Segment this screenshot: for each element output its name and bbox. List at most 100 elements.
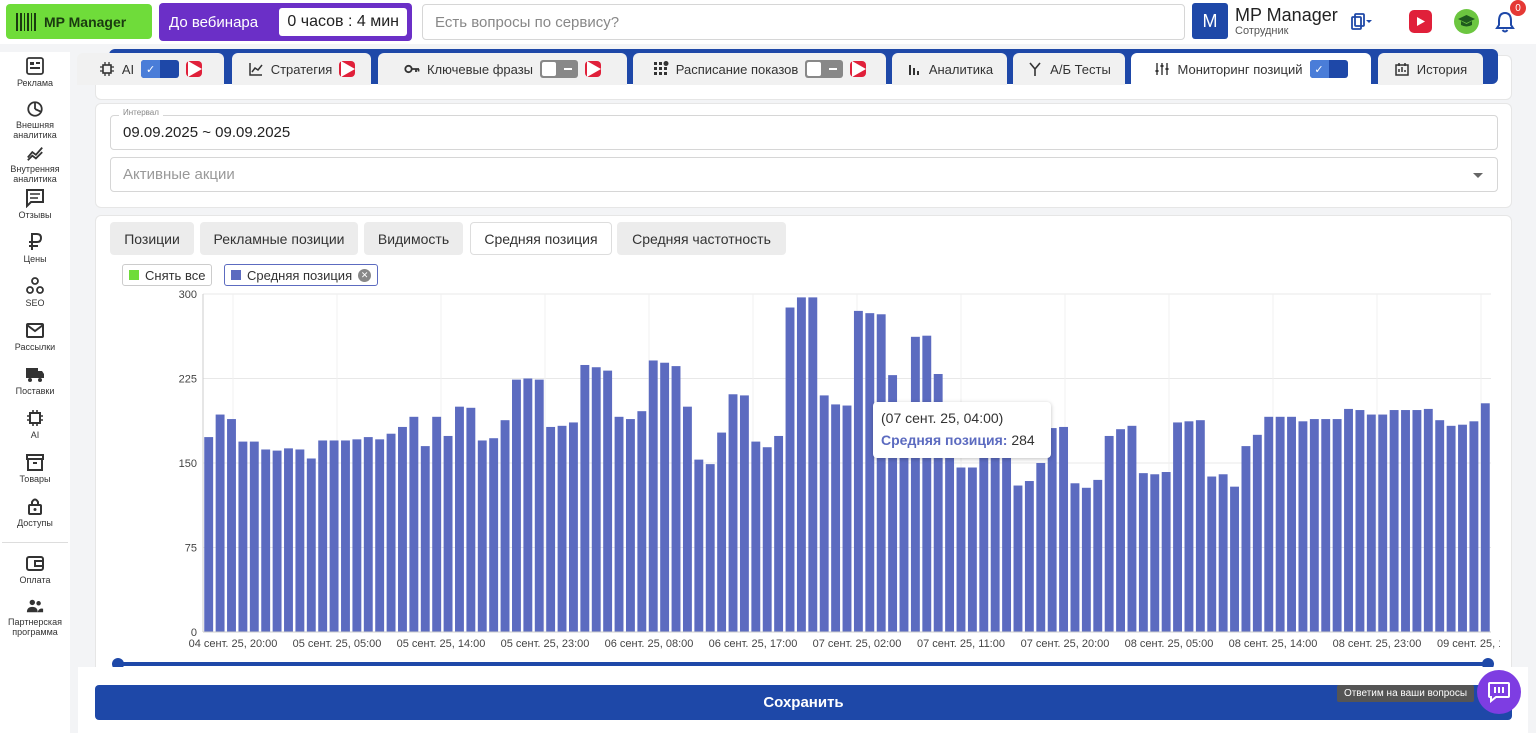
chart-bar[interactable] xyxy=(1207,476,1217,632)
chart-bar[interactable] xyxy=(318,440,328,632)
chart-bar[interactable] xyxy=(796,297,806,632)
tab-ab-tests[interactable]: А/Б Тесты xyxy=(1013,53,1125,85)
video-icon[interactable] xyxy=(339,61,356,77)
chart-bar[interactable] xyxy=(512,379,521,632)
chart-bar[interactable] xyxy=(1287,416,1296,632)
chart-bar[interactable] xyxy=(523,378,533,633)
chart-bar[interactable] xyxy=(1332,419,1342,632)
chart-bar[interactable] xyxy=(204,437,214,632)
chart-bar[interactable] xyxy=(762,447,772,632)
monitoring-toggle[interactable]: ✓ xyxy=(1309,60,1348,78)
chart-bar[interactable] xyxy=(238,441,248,632)
sidebar-item-payment[interactable]: Оплата xyxy=(0,549,70,593)
chart-bar[interactable] xyxy=(1446,425,1456,632)
chart-bar[interactable] xyxy=(774,435,784,632)
avg-position-chart[interactable]: 07515022530004 сент. 25, 20:00 05 сент. 2… xyxy=(150,288,1500,658)
chart-bar[interactable] xyxy=(227,419,236,632)
tab-analytics[interactable]: Аналитика xyxy=(892,53,1007,85)
chart-bar[interactable] xyxy=(967,467,977,632)
chart-bar[interactable] xyxy=(329,440,339,632)
sidebar-item-products[interactable]: Товары xyxy=(0,448,70,492)
chart-bar[interactable] xyxy=(261,449,271,632)
video-icon[interactable] xyxy=(186,61,203,77)
chart-bar[interactable] xyxy=(785,307,795,632)
chart-bar[interactable] xyxy=(1412,410,1422,632)
chart-tab-visibility[interactable]: Видимость xyxy=(364,222,463,255)
chart-bar[interactable] xyxy=(910,336,920,632)
video-icon[interactable] xyxy=(1409,10,1432,33)
tab-history[interactable]: История xyxy=(1378,53,1483,85)
chart-bar[interactable] xyxy=(751,441,761,632)
chart-bar[interactable] xyxy=(580,364,590,632)
chart-bar[interactable] xyxy=(865,313,875,632)
sidebar-item-supplies[interactable]: Поставки xyxy=(0,360,70,404)
chart-bar[interactable] xyxy=(500,420,510,632)
video-icon[interactable] xyxy=(585,61,602,77)
chart-bar[interactable] xyxy=(557,425,567,632)
chart-bar[interactable] xyxy=(625,419,635,632)
chart-bar[interactable] xyxy=(922,335,932,632)
chart-bar[interactable] xyxy=(1423,408,1433,632)
chart-bar[interactable] xyxy=(1173,422,1182,632)
chart-bar[interactable] xyxy=(682,406,692,632)
chart-bar[interactable] xyxy=(1458,424,1467,632)
chart-bar[interactable] xyxy=(398,426,407,632)
chart-bar[interactable] xyxy=(591,367,601,632)
sidebar-item-reviews[interactable]: Отзывы xyxy=(0,184,70,228)
chart-bar[interactable] xyxy=(979,457,989,632)
chart-bar[interactable] xyxy=(739,395,749,632)
chart-tab-avg-position[interactable]: Средняя позиция xyxy=(470,222,612,255)
chart-bar[interactable] xyxy=(1036,463,1046,632)
chart-bar[interactable] xyxy=(705,464,715,632)
chart-bar[interactable] xyxy=(694,459,704,632)
chart-bar[interactable] xyxy=(1252,434,1262,632)
chart-bar[interactable] xyxy=(660,362,670,632)
chart-bar[interactable] xyxy=(717,432,727,632)
copy-icon[interactable] xyxy=(1350,13,1372,31)
chart-bar[interactable] xyxy=(1480,403,1490,632)
chart-bar[interactable] xyxy=(1241,446,1251,632)
chart-bar[interactable] xyxy=(956,467,966,632)
chart-bar[interactable] xyxy=(249,441,259,632)
save-button[interactable]: Сохранить xyxy=(95,685,1512,720)
chart-bar[interactable] xyxy=(1104,435,1114,632)
chart-bar[interactable] xyxy=(1264,416,1274,632)
sidebar-item-access[interactable]: Доступы xyxy=(0,492,70,536)
sidebar-item-seo[interactable]: SEO xyxy=(0,272,70,316)
chart-bar[interactable] xyxy=(1081,487,1091,632)
interval-field[interactable]: Интервал 09.09.2025 ~ 09.09.2025 xyxy=(110,108,1498,150)
chart-bar[interactable] xyxy=(728,394,738,632)
chart-bar[interactable] xyxy=(1195,420,1205,632)
chart-bar[interactable] xyxy=(1024,481,1034,632)
chart-bar[interactable] xyxy=(284,448,293,632)
chart-bar[interactable] xyxy=(409,416,419,632)
chart-bar[interactable] xyxy=(808,297,818,632)
chart-bar[interactable] xyxy=(546,426,556,632)
chart-bar[interactable] xyxy=(1435,420,1445,632)
chart-bar[interactable] xyxy=(648,360,658,632)
chart-bar[interactable] xyxy=(1116,429,1126,632)
series-chip[interactable]: Средняя позиция ✕ xyxy=(224,264,379,286)
education-icon[interactable] xyxy=(1454,9,1479,34)
chart-bar[interactable] xyxy=(945,428,955,632)
chart-bar[interactable] xyxy=(386,433,396,632)
chart-bar[interactable] xyxy=(1161,472,1171,632)
chart-bar[interactable] xyxy=(1150,474,1160,632)
chart-bar[interactable] xyxy=(534,379,544,632)
chart-bar[interactable] xyxy=(1218,474,1228,632)
chart-bar[interactable] xyxy=(420,446,430,632)
chart-bar[interactable] xyxy=(295,449,305,632)
sidebar-item-mailings[interactable]: Рассылки xyxy=(0,316,70,360)
chart-bar[interactable] xyxy=(1378,414,1388,632)
chart-bar[interactable] xyxy=(637,411,647,632)
chart-bar[interactable] xyxy=(1275,416,1285,632)
tab-keywords[interactable]: Ключевые фразы xyxy=(378,53,627,85)
chart-bar[interactable] xyxy=(1401,410,1410,632)
chart-bar[interactable] xyxy=(614,416,624,632)
chart-bar[interactable] xyxy=(466,407,476,632)
tab-schedule[interactable]: Расписание показов xyxy=(633,53,886,85)
chart-bar[interactable] xyxy=(1469,421,1479,632)
promos-select[interactable]: Активные акции xyxy=(110,157,1498,192)
tab-strategy[interactable]: Стратегия xyxy=(232,53,371,85)
tab-position-monitoring[interactable]: Мониторинг позиций ✓ xyxy=(1131,53,1371,85)
